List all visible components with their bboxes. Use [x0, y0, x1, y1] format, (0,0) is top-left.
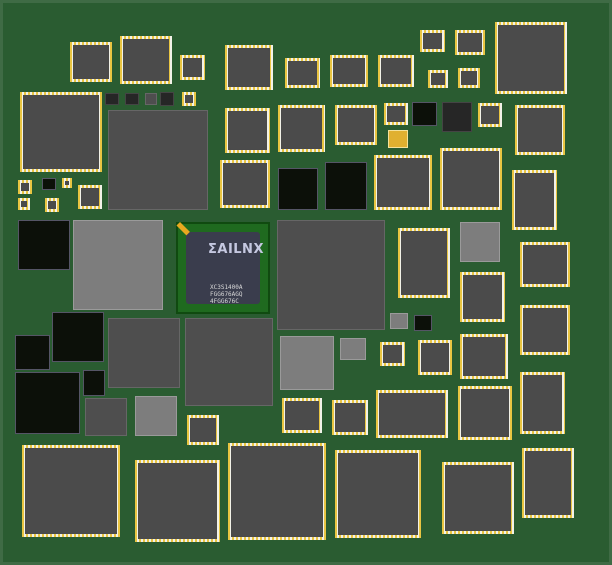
qfp-package	[330, 55, 368, 87]
qfp-package	[515, 105, 565, 155]
qfp-package	[440, 148, 502, 210]
fpga-marking: XC3S1400A FGG676AGQ 4FGG676C	[210, 284, 243, 305]
qfp-package	[220, 160, 270, 208]
qfp-package	[458, 68, 480, 88]
ic-package	[52, 312, 104, 362]
ic-package	[278, 168, 318, 210]
qfp-package	[18, 198, 30, 210]
pcb-board: ΣAILNX XC3S1400A FGG676AGQ 4FGG676C	[0, 0, 612, 565]
qfp-package	[495, 22, 567, 94]
ic-package	[280, 336, 334, 390]
ic-package	[18, 220, 70, 270]
qfp-package	[384, 103, 408, 125]
ic-package	[325, 162, 367, 210]
ic-package	[390, 313, 408, 329]
qfp-package	[460, 272, 505, 322]
bga-package	[277, 220, 385, 330]
qfp-package	[522, 448, 574, 518]
qfp-package	[380, 342, 405, 366]
ic-package	[160, 92, 174, 106]
qfp-package	[187, 415, 219, 445]
bga-package	[85, 398, 127, 436]
qfp-package	[378, 55, 414, 87]
ic-package	[125, 93, 139, 105]
qfp-package	[285, 58, 320, 88]
bga-package	[185, 318, 273, 406]
marking-line: FGG676AGQ	[210, 291, 243, 298]
qfp-package	[478, 103, 502, 127]
ic-package	[414, 315, 432, 331]
qfp-package	[182, 92, 196, 106]
xilinx-logo: ΣAILNX	[208, 242, 264, 257]
qfp-package	[120, 36, 172, 84]
marking-line: 4FGG676C	[210, 298, 239, 305]
qfp-package	[374, 155, 432, 210]
ic-package	[460, 222, 500, 262]
qfp-package	[62, 178, 72, 188]
qfp-package	[78, 185, 102, 209]
qfp-package	[420, 30, 445, 52]
qfp-package	[455, 30, 485, 55]
ic-package	[15, 372, 80, 434]
ic-package	[83, 370, 105, 396]
ic-package	[340, 338, 366, 360]
qfp-package	[45, 198, 59, 212]
bga-package	[108, 318, 180, 388]
qfp-package	[180, 55, 205, 80]
qfp-package	[442, 462, 514, 534]
ic-package	[388, 130, 408, 148]
qfp-package	[282, 398, 322, 433]
qfp-package	[18, 180, 32, 194]
fpga-die: ΣAILNX XC3S1400A FGG676AGQ 4FGG676C	[186, 232, 263, 305]
qfp-package	[22, 445, 120, 537]
ic-package	[412, 102, 437, 126]
ic-package	[105, 93, 119, 105]
qfp-package	[428, 70, 448, 88]
qfp-package	[520, 305, 570, 355]
xilinx-fpga-chip: ΣAILNX XC3S1400A FGG676AGQ 4FGG676C	[176, 222, 270, 314]
bga-package	[145, 93, 157, 105]
qfp-package	[335, 450, 421, 538]
bga-package	[108, 110, 208, 210]
qfp-package	[398, 228, 450, 298]
qfp-package	[135, 460, 220, 542]
qfp-package	[228, 443, 326, 540]
qfp-package	[335, 105, 377, 145]
qfp-package	[520, 242, 570, 287]
pin1-marker	[176, 222, 190, 236]
qfp-package	[225, 108, 270, 153]
qfp-package	[376, 390, 448, 438]
ic-package	[73, 220, 163, 310]
marking-line: XC3S1400A	[210, 284, 243, 291]
qfp-package	[458, 386, 512, 440]
ic-package	[135, 396, 177, 436]
ic-package	[42, 178, 56, 190]
qfp-package	[520, 372, 565, 434]
qfp-package	[225, 45, 273, 90]
ic-package	[442, 102, 472, 132]
qfp-package	[70, 42, 112, 82]
qfp-package	[332, 400, 368, 435]
ic-package	[15, 335, 50, 370]
qfp-package	[512, 170, 557, 230]
qfp-package	[460, 334, 508, 379]
qfp-package	[418, 340, 452, 375]
qfp-package	[278, 105, 325, 152]
qfp-package	[20, 92, 102, 172]
